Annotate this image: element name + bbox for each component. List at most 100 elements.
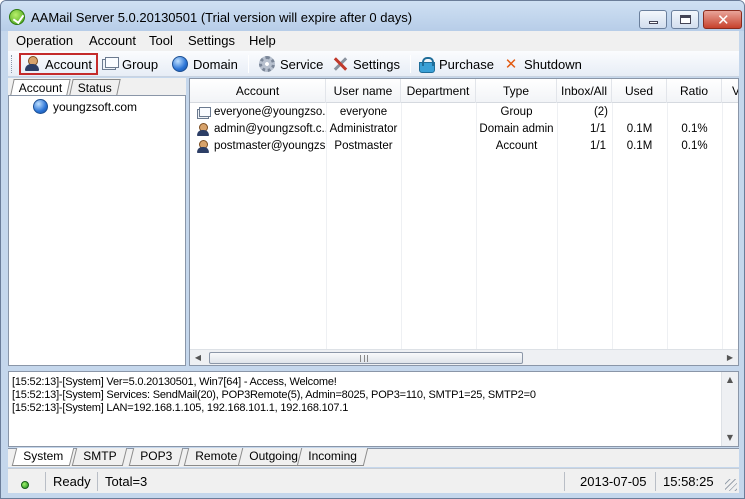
- toolbar-separator: [248, 55, 249, 73]
- vertical-scrollbar[interactable]: ▲ ▼: [721, 372, 738, 446]
- cell-username: Postmaster: [334, 140, 393, 152]
- tree-node-domain[interactable]: youngzsoft.com: [33, 99, 137, 114]
- minimize-icon: [649, 21, 658, 24]
- toolbar-separator: [410, 55, 411, 73]
- status-bar: Ready Total=3 2013-07-05 15:58:25: [8, 468, 739, 493]
- tab-pop3[interactable]: POP3: [128, 448, 184, 466]
- cell-account-text: postmaster@youngzs...: [214, 140, 326, 152]
- gear-icon: [259, 56, 275, 72]
- menu-help[interactable]: Help: [249, 33, 276, 48]
- menu-tool[interactable]: Tool: [149, 33, 173, 48]
- tab-status-label: Status: [77, 81, 112, 95]
- title-bar[interactable]: AAMail Server 5.0.20130501 (Trial versio…: [1, 1, 744, 31]
- settings-button-label: Settings: [353, 56, 400, 72]
- left-panel-tabs: Account Status: [8, 78, 186, 95]
- tab-account-label: Account: [18, 81, 63, 95]
- scroll-up-arrow-icon[interactable]: ▲: [722, 372, 738, 388]
- main-window: AAMail Server 5.0.20130501 (Trial versio…: [0, 0, 745, 499]
- column-header-inbox-all[interactable]: Inbox/All: [557, 79, 612, 103]
- table-row[interactable]: everyone@youngzso... everyone Group (2): [190, 104, 738, 121]
- tab-outgoing-label: Outgoing: [249, 449, 298, 463]
- column-header-username[interactable]: User name: [326, 79, 401, 103]
- purchase-button[interactable]: Purchase: [418, 53, 494, 75]
- domain-button-label: Domain: [193, 56, 238, 72]
- system-log: [15:52:13]-[System] Ver=5.0.20130501, Wi…: [8, 371, 739, 447]
- shutdown-icon: ✕: [504, 55, 518, 73]
- tab-system[interactable]: System: [11, 448, 75, 466]
- status-indicator-cell: [8, 472, 46, 491]
- window-title: AAMail Server 5.0.20130501 (Trial versio…: [31, 10, 413, 25]
- column-header-type[interactable]: Type: [476, 79, 557, 103]
- scroll-left-arrow-icon[interactable]: ◀: [190, 350, 206, 365]
- cell-department: [401, 138, 476, 155]
- tab-smtp[interactable]: SMTP: [71, 448, 128, 466]
- service-button-label: Service: [280, 56, 324, 72]
- cell-type: Account: [495, 140, 538, 152]
- tab-incoming-label: Incoming: [308, 449, 357, 463]
- tab-incoming[interactable]: Incoming: [296, 448, 368, 466]
- column-header-ratio[interactable]: Ratio: [667, 79, 722, 103]
- domain-button[interactable]: Domain: [172, 53, 238, 75]
- log-line: [15:52:13]-[System] LAN=192.168.1.105, 1…: [12, 402, 349, 414]
- column-header-v[interactable]: V: [722, 79, 738, 103]
- account-button[interactable]: Account: [19, 53, 98, 75]
- horizontal-scrollbar[interactable]: ◀ ▶: [190, 349, 738, 365]
- maximize-button[interactable]: [671, 10, 699, 29]
- column-header-used[interactable]: Used: [612, 79, 667, 103]
- cell-department: [401, 121, 476, 138]
- cell-used: 0.1M: [626, 140, 653, 152]
- resize-grip-icon[interactable]: [725, 479, 737, 491]
- column-header-department[interactable]: Department: [401, 79, 476, 103]
- menu-settings[interactable]: Settings: [188, 33, 235, 48]
- status-led-icon: [21, 481, 29, 489]
- log-line: [15:52:13]-[System] Services: SendMail(2…: [12, 389, 536, 401]
- minimize-button[interactable]: [639, 10, 667, 29]
- domain-tree: youngzsoft.com: [8, 95, 186, 366]
- toolbar-grip[interactable]: [11, 55, 14, 73]
- cell-account: admin@youngzsoft.c...: [190, 121, 326, 138]
- table-row[interactable]: postmaster@youngzs... Postmaster Account…: [190, 138, 738, 155]
- person-icon: [196, 139, 210, 154]
- scroll-down-arrow-icon[interactable]: ▼: [722, 430, 738, 446]
- maximize-icon: [680, 15, 691, 24]
- scroll-right-arrow-icon[interactable]: ▶: [722, 350, 738, 365]
- group-button[interactable]: Group: [101, 53, 158, 75]
- shutdown-button[interactable]: ✕ Shutdown: [503, 53, 582, 75]
- basket-icon: [418, 56, 435, 73]
- cell-username: everyone: [339, 106, 388, 118]
- table-row[interactable]: admin@youngzsoft.c... Administrator Doma…: [190, 121, 738, 138]
- list-header: Account User name Department Type Inbox/…: [190, 79, 738, 103]
- cell-account: everyone@youngzso...: [190, 104, 326, 121]
- purchase-button-label: Purchase: [439, 56, 494, 72]
- settings-button[interactable]: Settings: [332, 53, 400, 75]
- cell-account-text: everyone@youngzso...: [214, 106, 326, 118]
- cell-type: Group: [500, 106, 533, 118]
- person-icon: [196, 122, 210, 137]
- account-button-label: Account: [45, 56, 92, 72]
- tab-account[interactable]: Account: [10, 79, 72, 95]
- close-icon: ✕: [717, 11, 730, 29]
- status-time: 15:58:25: [663, 474, 714, 489]
- cell-used: 0.1M: [626, 123, 653, 135]
- globe-icon: [172, 56, 188, 72]
- globe-icon: [33, 99, 48, 114]
- status-total: Total=3: [105, 472, 565, 491]
- log-line: [15:52:13]-[System] Ver=5.0.20130501, Wi…: [12, 376, 337, 388]
- tab-remote-label: Remote: [195, 449, 238, 463]
- tab-smtp-label: SMTP: [83, 449, 117, 463]
- scrollbar-thumb[interactable]: [209, 352, 523, 364]
- cell-inbox-all: 1/1: [590, 140, 606, 152]
- tree-node-label: youngzsoft.com: [53, 99, 138, 114]
- cell-username: Administrator: [329, 123, 398, 135]
- tab-status[interactable]: Status: [69, 79, 121, 95]
- group-button-label: Group: [122, 56, 159, 72]
- service-button[interactable]: Service: [259, 53, 323, 75]
- close-button[interactable]: ✕: [703, 10, 742, 29]
- cell-ratio: 0.1%: [681, 140, 708, 152]
- toolbar: Account Group Domain Service Settings Pu…: [8, 51, 739, 77]
- cell-ratio: 0.1%: [681, 123, 708, 135]
- menu-account[interactable]: Account: [89, 33, 136, 48]
- column-header-account[interactable]: Account: [190, 79, 326, 103]
- status-state: Ready: [53, 472, 98, 491]
- menu-operation[interactable]: Operation: [16, 33, 73, 48]
